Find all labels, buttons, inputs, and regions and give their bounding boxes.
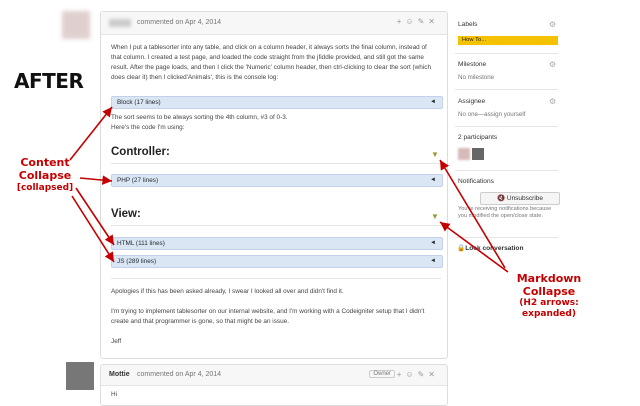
annotation-arrow	[79, 175, 113, 185]
annotation-arrows	[69, 106, 509, 273]
annotation-arrow	[439, 159, 506, 269]
annotation-arrow	[69, 106, 113, 161]
annotation-arrow	[75, 187, 115, 246]
annotation-arrow	[71, 195, 115, 263]
annotation-arrow	[439, 221, 509, 273]
